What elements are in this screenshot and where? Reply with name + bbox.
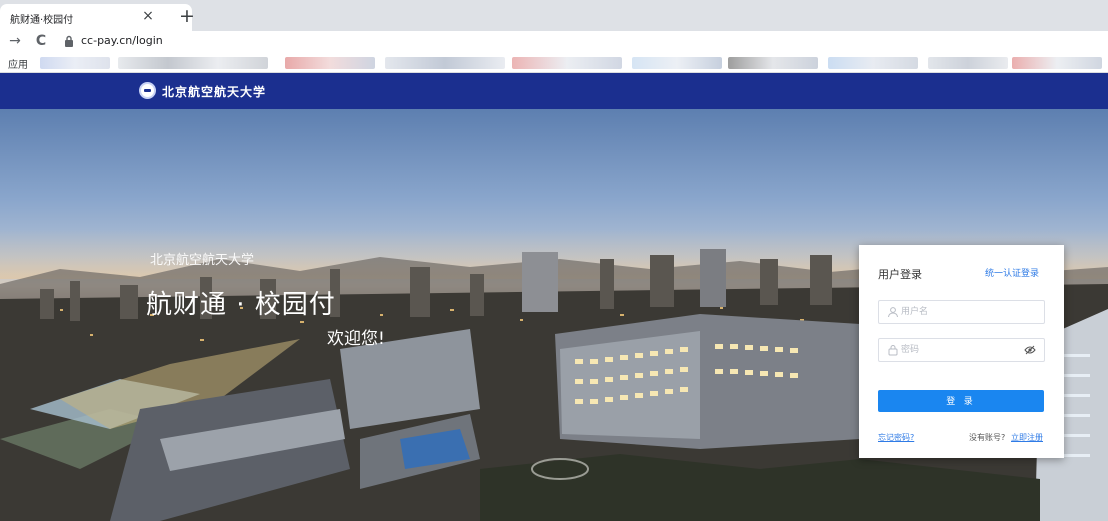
site-header: 北京航空航天大学	[0, 73, 1108, 109]
login-card: 用户登录 统一认证登录 登 录 忘记密码? 没有账号? 立即注册	[859, 245, 1064, 458]
password-input[interactable]	[901, 342, 1021, 358]
bookmark-item-blurred[interactable]	[728, 57, 818, 69]
username-field[interactable]	[878, 300, 1045, 324]
tab-title: 航财通·校园付	[10, 15, 74, 26]
sso-login-link[interactable]: 统一认证登录	[985, 266, 1039, 279]
bookmark-item-blurred[interactable]	[118, 57, 268, 69]
bookmark-item-blurred[interactable]	[40, 57, 110, 69]
apps-shortcut[interactable]: 应用	[8, 56, 28, 71]
reload-icon[interactable]: C	[32, 32, 50, 50]
login-button[interactable]: 登 录	[878, 390, 1044, 412]
bookmarks-bar: 应用	[0, 52, 1108, 73]
hero-welcome: 欢迎您!	[327, 329, 385, 349]
university-seal-icon	[139, 82, 156, 99]
login-title: 用户登录	[878, 268, 922, 281]
tab-close-icon[interactable]: ×	[139, 7, 157, 25]
new-tab-icon[interactable]: +	[176, 5, 198, 27]
register-link[interactable]: 立即注册	[1011, 432, 1043, 443]
hero-university-name: 北京航空航天大学	[150, 253, 255, 268]
no-account-text: 没有账号?	[969, 433, 1006, 442]
lock-icon	[65, 35, 73, 47]
bookmark-item-blurred[interactable]	[385, 57, 505, 69]
username-input[interactable]	[901, 304, 1021, 320]
forward-arrow-icon[interactable]: →	[6, 32, 24, 50]
bookmark-item-blurred[interactable]	[512, 57, 622, 69]
page: 航财通·校园付 × + → C cc-pay.cn/login 应用 北京航空航…	[0, 0, 1108, 521]
eye-off-icon[interactable]	[1024, 345, 1036, 355]
user-icon	[888, 307, 898, 318]
bookmark-item-blurred[interactable]	[828, 57, 918, 69]
hero-title: 航财通 · 校园付	[146, 290, 336, 320]
bookmark-item-blurred[interactable]	[285, 57, 375, 69]
bookmark-item-blurred[interactable]	[928, 57, 1008, 69]
university-logo-text: 北京航空航天大学	[162, 85, 267, 99]
forgot-password-link[interactable]: 忘记密码?	[878, 432, 914, 443]
lock-icon	[888, 345, 898, 356]
browser-tab[interactable]: 航财通·校园付 ×	[0, 4, 192, 31]
browser-tab-strip: 航财通·校园付 × +	[0, 0, 1108, 31]
address-bar-url[interactable]: cc-pay.cn/login	[81, 34, 163, 47]
bookmark-item-blurred[interactable]	[1012, 57, 1102, 69]
password-field[interactable]	[878, 338, 1045, 362]
browser-toolbar: → C cc-pay.cn/login	[0, 31, 1108, 52]
bookmark-item-blurred[interactable]	[632, 57, 722, 69]
